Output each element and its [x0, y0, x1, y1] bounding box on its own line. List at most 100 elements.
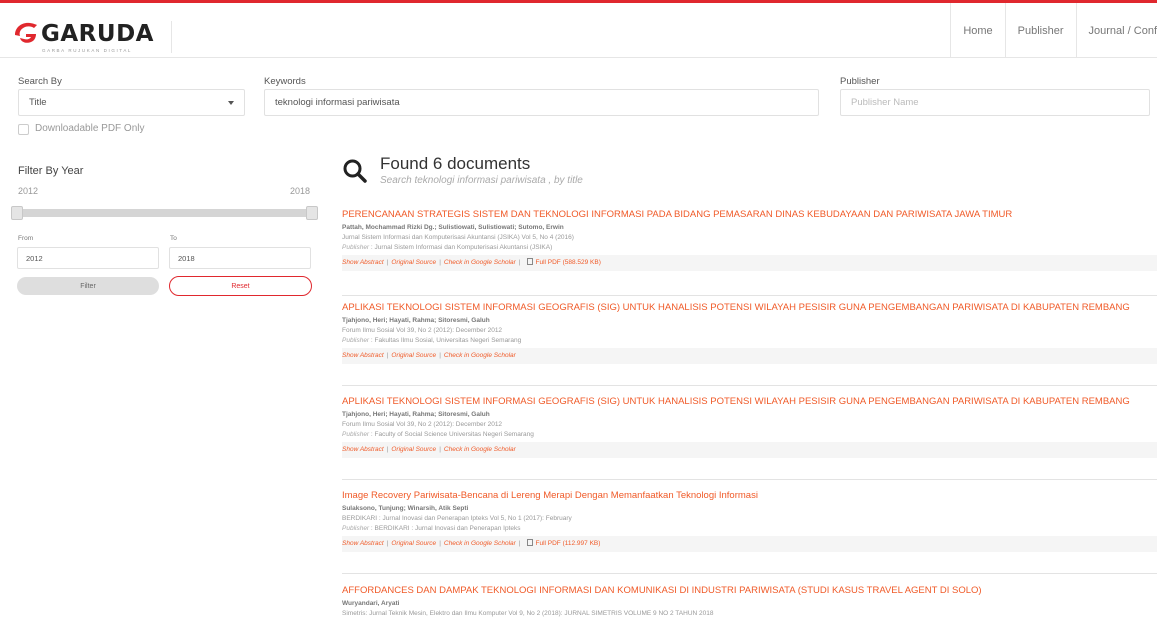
- publisher-input[interactable]: Publisher Name: [840, 89, 1150, 116]
- result-item: Image Recovery Pariwisata-Bencana di Ler…: [342, 489, 1157, 574]
- slider-handle-max[interactable]: [306, 206, 318, 220]
- google-scholar-link[interactable]: Check in Google Scholar: [444, 540, 516, 547]
- result-links: Show Abstract | Original Source | Check in G…: [342, 442, 1157, 458]
- result-source: Forum Ilmu Sosial Vol 39, No 2 (2012): D…: [342, 421, 503, 428]
- link-separator: |: [386, 259, 389, 266]
- full-pdf-link[interactable]: Full PDF (112.997 KB): [536, 540, 601, 547]
- pdf-only-label[interactable]: Downloadable PDF Only: [35, 123, 145, 134]
- show-abstract-link[interactable]: Show Abstract: [342, 259, 384, 266]
- publisher-prefix: Publisher: [342, 337, 370, 344]
- from-year-value: 2012: [26, 253, 43, 263]
- pdf-icon: [526, 539, 533, 546]
- result-authors: Tjahjono, Heri; Hayati, Rahma; Sitoresmi…: [342, 317, 490, 324]
- result-publisher: : BERDIKARI : Jurnal Inovasi dan Penerap…: [369, 525, 521, 532]
- original-source-link[interactable]: Original Source: [391, 259, 436, 266]
- year-range-max: 2018: [290, 186, 311, 196]
- filter-button[interactable]: Filter: [17, 277, 159, 295]
- result-publisher-line: Publisher : Faculty of Social Science Un…: [342, 430, 1157, 440]
- site-header: GARUDA GARBA RUJUKAN DIGITAL Home Publis…: [0, 3, 1157, 58]
- from-year-input[interactable]: 2012: [17, 247, 159, 269]
- original-source-link[interactable]: Original Source: [391, 540, 436, 547]
- result-publisher-line: Publisher : BERDIKARI : Jurnal Inovasi d…: [342, 524, 1157, 534]
- publisher-prefix: Publisher: [342, 525, 370, 532]
- result-title[interactable]: PERENCANAAN STRATEGIS SISTEM DAN TEKNOLO…: [342, 208, 1157, 222]
- garuda-logo[interactable]: GARUDA GARBA RUJUKAN DIGITAL: [12, 21, 172, 53]
- result-title[interactable]: APLIKASI TEKNOLOGI SISTEM INFORMASI GEOG…: [342, 395, 1157, 409]
- publisher-placeholder: Publisher Name: [851, 97, 919, 108]
- result-authors: Pattah, Mochammad Rizki Dg.; Sulistiowat…: [342, 224, 564, 231]
- link-separator: |: [439, 259, 441, 266]
- link-separator: |: [518, 259, 521, 266]
- main-nav: Home Publisher Journal / Conf: [950, 3, 1157, 58]
- keywords-value: teknologi informasi pariwisata: [275, 97, 400, 108]
- link-separator: |: [518, 540, 521, 547]
- nav-home[interactable]: Home: [950, 3, 1004, 58]
- search-icon: [343, 159, 367, 183]
- result-source: Forum Ilmu Sosial Vol 39, No 2 (2012): D…: [342, 327, 503, 334]
- show-abstract-link[interactable]: Show Abstract: [342, 352, 384, 359]
- result-source: Simetris: Jurnal Teknik Mesin, Elektro d…: [342, 610, 714, 617]
- from-label: From: [18, 235, 34, 242]
- chevron-down-icon: [228, 101, 234, 105]
- link-separator: |: [439, 352, 441, 359]
- link-separator: |: [386, 352, 389, 359]
- pdf-icon: [526, 258, 533, 265]
- google-scholar-link[interactable]: Check in Google Scholar: [444, 446, 516, 453]
- result-links: Show Abstract | Original Source | Check in G…: [342, 255, 1157, 271]
- show-abstract-link[interactable]: Show Abstract: [342, 540, 384, 547]
- year-range-min: 2012: [18, 186, 39, 196]
- search-by-value: Title: [29, 97, 47, 108]
- google-scholar-link[interactable]: Check in Google Scholar: [444, 259, 516, 266]
- result-publisher: : Jurnal Sistem Informasi dan Komputeris…: [369, 244, 553, 251]
- to-label: To: [170, 235, 177, 242]
- original-source-link[interactable]: Original Source: [391, 446, 436, 453]
- result-item: APLIKASI TEKNOLOGI SISTEM INFORMASI GEOG…: [342, 395, 1157, 480]
- result-title[interactable]: AFFORDANCES DAN DAMPAK TEKNOLOGI INFORMA…: [342, 584, 1157, 598]
- result-links: Show Abstract | Original Source | Check in G…: [342, 348, 1157, 364]
- result-source: Jurnal Sistem Informasi dan Komputerisas…: [342, 234, 574, 241]
- results-query-subtitle: Search teknologi informasi pariwisata , …: [380, 175, 583, 186]
- filter-by-year-title: Filter By Year: [18, 165, 84, 177]
- google-scholar-link[interactable]: Check in Google Scholar: [444, 352, 516, 359]
- publisher-label: Publisher: [840, 76, 880, 87]
- search-by-select[interactable]: Title: [18, 89, 245, 116]
- result-source: BERDIKARI : Jurnal Inovasi dan Penerapan…: [342, 515, 572, 522]
- result-links: Show Abstract | Original Source | Check in G…: [342, 536, 1157, 552]
- result-publisher-line: Publisher : Jurnal Sistem Informasi dan …: [342, 243, 1157, 253]
- publisher-prefix: Publisher: [342, 244, 370, 251]
- result-publisher-line: Publisher : Fakultas Ilmu Sosial, Univer…: [342, 336, 1157, 346]
- result-authors: Tjahjono, Heri; Hayati, Rahma; Sitoresmi…: [342, 411, 490, 418]
- reset-button[interactable]: Reset: [169, 276, 312, 296]
- garuda-bird-icon: [15, 22, 37, 43]
- result-authors: Wuryandari, Aryati: [342, 600, 400, 607]
- nav-journal-conf[interactable]: Journal / Conf: [1075, 3, 1157, 58]
- year-range-slider[interactable]: [14, 209, 316, 217]
- result-item: AFFORDANCES DAN DAMPAK TEKNOLOGI INFORMA…: [342, 584, 1157, 628]
- brand-tagline: GARBA RUJUKAN DIGITAL: [42, 48, 133, 53]
- publisher-prefix: Publisher: [342, 431, 370, 438]
- search-by-label: Search By: [18, 76, 62, 87]
- pdf-only-checkbox[interactable]: [18, 124, 29, 135]
- keywords-label: Keywords: [264, 76, 306, 87]
- result-publisher: : Fakultas Ilmu Sosial, Universitas Nege…: [369, 337, 522, 344]
- to-year-input[interactable]: 2018: [169, 247, 311, 269]
- link-separator: |: [386, 446, 389, 453]
- keywords-input[interactable]: teknologi informasi pariwisata: [264, 89, 819, 116]
- slider-handle-min[interactable]: [11, 206, 23, 220]
- link-separator: |: [386, 540, 389, 547]
- show-abstract-link[interactable]: Show Abstract: [342, 446, 384, 453]
- nav-publisher[interactable]: Publisher: [1004, 3, 1076, 58]
- full-pdf-link[interactable]: Full PDF (588.529 KB): [536, 259, 601, 266]
- result-authors: Sulaksono, Tunjung; Winarsih, Atik Septi: [342, 505, 469, 512]
- result-title[interactable]: APLIKASI TEKNOLOGI SISTEM INFORMASI GEOG…: [342, 301, 1157, 315]
- result-publisher: : Faculty of Social Science Universitas …: [369, 431, 534, 438]
- brand-name: GARUDA: [41, 21, 154, 47]
- results-count-title: Found 6 documents: [380, 154, 531, 173]
- original-source-link[interactable]: Original Source: [391, 352, 436, 359]
- result-item: PERENCANAAN STRATEGIS SISTEM DAN TEKNOLO…: [342, 208, 1157, 296]
- result-item: APLIKASI TEKNOLOGI SISTEM INFORMASI GEOG…: [342, 301, 1157, 386]
- link-separator: |: [439, 540, 441, 547]
- to-year-value: 2018: [178, 253, 195, 263]
- result-title[interactable]: Image Recovery Pariwisata-Bencana di Ler…: [342, 489, 1157, 503]
- link-separator: |: [439, 446, 441, 453]
